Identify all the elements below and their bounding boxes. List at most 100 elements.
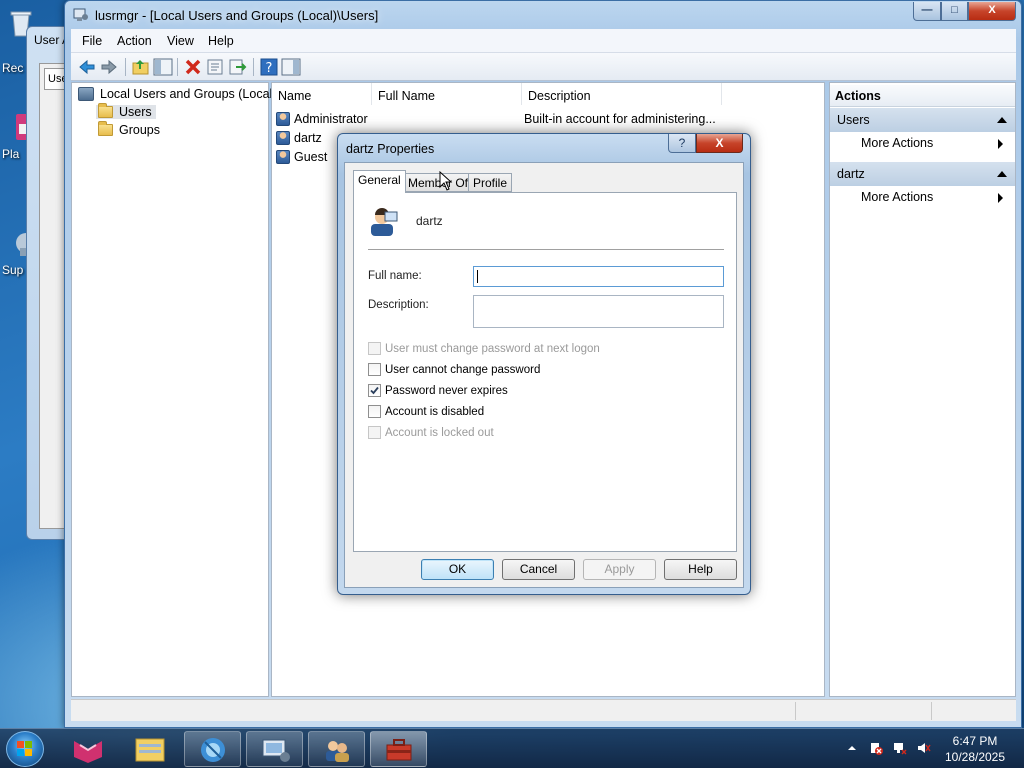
action-group-users[interactable]: Users bbox=[830, 108, 1015, 132]
clock-date: 10/28/2025 bbox=[944, 750, 1006, 764]
show-hide-action-pane-icon[interactable] bbox=[281, 57, 301, 77]
checkbox-account-disabled[interactable]: Account is disabled bbox=[368, 405, 484, 418]
help-icon[interactable]: ? bbox=[259, 57, 279, 77]
tab-general[interactable]: General bbox=[353, 170, 406, 193]
taskbar-browser[interactable] bbox=[184, 731, 241, 767]
column-header-description[interactable]: Description bbox=[522, 83, 722, 105]
properties-icon[interactable] bbox=[205, 57, 225, 77]
minimize-button[interactable]: — bbox=[913, 2, 941, 21]
taskbar-users[interactable] bbox=[308, 731, 365, 767]
tree-item-label: Groups bbox=[119, 123, 160, 137]
table-row[interactable]: Administrator Built-in account for admin… bbox=[276, 109, 816, 128]
column-header-name[interactable]: Name bbox=[272, 83, 372, 105]
action-center-icon[interactable] bbox=[869, 741, 883, 755]
action-pane: Actions Users More Actions dartz More Ac… bbox=[829, 82, 1016, 697]
cancel-button[interactable]: Cancel bbox=[502, 559, 575, 580]
tab-member-of[interactable]: Member Of bbox=[403, 173, 474, 192]
checkbox-password-never-expires[interactable]: Password never expires bbox=[368, 384, 508, 397]
collapse-icon[interactable] bbox=[997, 117, 1007, 123]
tab-profile[interactable]: Profile bbox=[468, 173, 513, 192]
action-item-label: More Actions bbox=[861, 190, 934, 204]
action-item-label: More Actions bbox=[861, 136, 934, 150]
taskbar-app-1[interactable] bbox=[60, 731, 117, 767]
user-name: Administrator bbox=[294, 111, 368, 126]
folder-icon bbox=[98, 121, 113, 136]
action-more-actions[interactable]: More Actions bbox=[861, 190, 1003, 204]
user-name: Guest bbox=[294, 149, 328, 164]
forward-icon[interactable] bbox=[99, 57, 119, 77]
computer-users-icon bbox=[78, 87, 94, 101]
checkbox-box bbox=[368, 384, 381, 397]
svg-text:?: ? bbox=[266, 61, 273, 76]
menu-bar: File Action View Help bbox=[71, 29, 1016, 53]
menu-view[interactable]: View bbox=[167, 34, 194, 48]
network-icon[interactable] bbox=[893, 741, 907, 755]
checkbox-account-locked-out[interactable]: Account is locked out bbox=[368, 426, 494, 439]
checkbox-cannot-change-password[interactable]: User cannot change password bbox=[368, 363, 540, 376]
dialog-close-button[interactable]: X bbox=[696, 134, 743, 153]
users-icon bbox=[326, 741, 349, 762]
action-more-actions[interactable]: More Actions bbox=[861, 136, 1003, 150]
dialog-title: dartz Properties bbox=[346, 142, 435, 156]
close-button[interactable]: X bbox=[968, 2, 1016, 21]
dialog-help-button[interactable]: ? bbox=[668, 134, 696, 153]
column-header-full-name[interactable]: Full Name bbox=[372, 83, 522, 105]
export-icon[interactable] bbox=[227, 57, 247, 77]
system-clock[interactable]: 6:47 PM 10/28/2025 bbox=[940, 733, 1010, 765]
action-group-dartz[interactable]: dartz bbox=[830, 162, 1015, 186]
volume-muted-icon[interactable] bbox=[917, 741, 931, 755]
taskbar-explorer[interactable] bbox=[122, 731, 179, 767]
show-hidden-icons-icon[interactable] bbox=[845, 741, 859, 755]
action-group-title: dartz bbox=[837, 167, 865, 181]
menu-help[interactable]: Help bbox=[208, 34, 234, 48]
submenu-arrow-icon bbox=[998, 193, 1003, 203]
back-icon[interactable] bbox=[77, 57, 97, 77]
toolbar: ? bbox=[71, 53, 1016, 81]
close-icon: X bbox=[988, 4, 996, 16]
full-name-field[interactable] bbox=[473, 266, 724, 287]
help-button[interactable]: Help bbox=[664, 559, 737, 580]
checkbox-label: User cannot change password bbox=[385, 363, 541, 376]
close-icon: X bbox=[715, 136, 724, 150]
checkbox-box bbox=[368, 342, 381, 355]
collapse-icon[interactable] bbox=[997, 171, 1007, 177]
taskbar-toolbox[interactable] bbox=[370, 731, 427, 767]
tree-root[interactable]: Local Users and Groups (Local) bbox=[78, 87, 276, 101]
user-name-display: dartz bbox=[416, 214, 443, 228]
full-name-label: Full name: bbox=[368, 270, 422, 282]
taskbar: 6:47 PM 10/28/2025 bbox=[0, 728, 1024, 768]
help-icon: ? bbox=[678, 136, 686, 150]
user-icon bbox=[276, 111, 290, 126]
menu-action[interactable]: Action bbox=[117, 34, 152, 48]
computer-management-icon bbox=[262, 739, 290, 762]
checkbox-must-change-password[interactable]: User must change password at next logon bbox=[368, 342, 600, 355]
maximize-button[interactable]: □ bbox=[941, 2, 968, 21]
checkbox-box bbox=[368, 363, 381, 376]
checkbox-box bbox=[368, 426, 381, 439]
checkmark-icon bbox=[370, 386, 379, 395]
apply-button[interactable]: Apply bbox=[583, 559, 656, 580]
clock-time: 6:47 PM bbox=[952, 734, 998, 748]
delete-icon[interactable] bbox=[183, 57, 203, 77]
tree-root-label: Local Users and Groups (Local) bbox=[100, 87, 277, 101]
status-divider bbox=[931, 702, 932, 720]
description-label: Description: bbox=[368, 299, 429, 311]
user-name: dartz bbox=[294, 130, 322, 145]
show-hide-tree-icon[interactable] bbox=[153, 57, 173, 77]
menu-file[interactable]: File bbox=[82, 34, 102, 48]
user-description: Built-in account for administering... bbox=[524, 111, 716, 126]
checkbox-label: Password never expires bbox=[385, 384, 508, 397]
browser-icon bbox=[201, 738, 225, 762]
checkbox-label: Account is disabled bbox=[385, 405, 485, 418]
tree-item-users[interactable]: Users bbox=[96, 103, 156, 119]
ok-button[interactable]: OK bbox=[421, 559, 494, 580]
description-field[interactable] bbox=[473, 295, 724, 328]
status-divider bbox=[795, 702, 796, 720]
up-folder-icon[interactable] bbox=[131, 57, 151, 77]
tree-item-groups[interactable]: Groups bbox=[98, 121, 160, 137]
taskbar-computer-management[interactable] bbox=[246, 731, 303, 767]
computer-management-icon bbox=[73, 8, 88, 21]
separator bbox=[368, 249, 724, 250]
user-properties-dialog: dartz Properties ? X General Member Of P… bbox=[337, 133, 751, 595]
start-button[interactable] bbox=[6, 731, 44, 767]
